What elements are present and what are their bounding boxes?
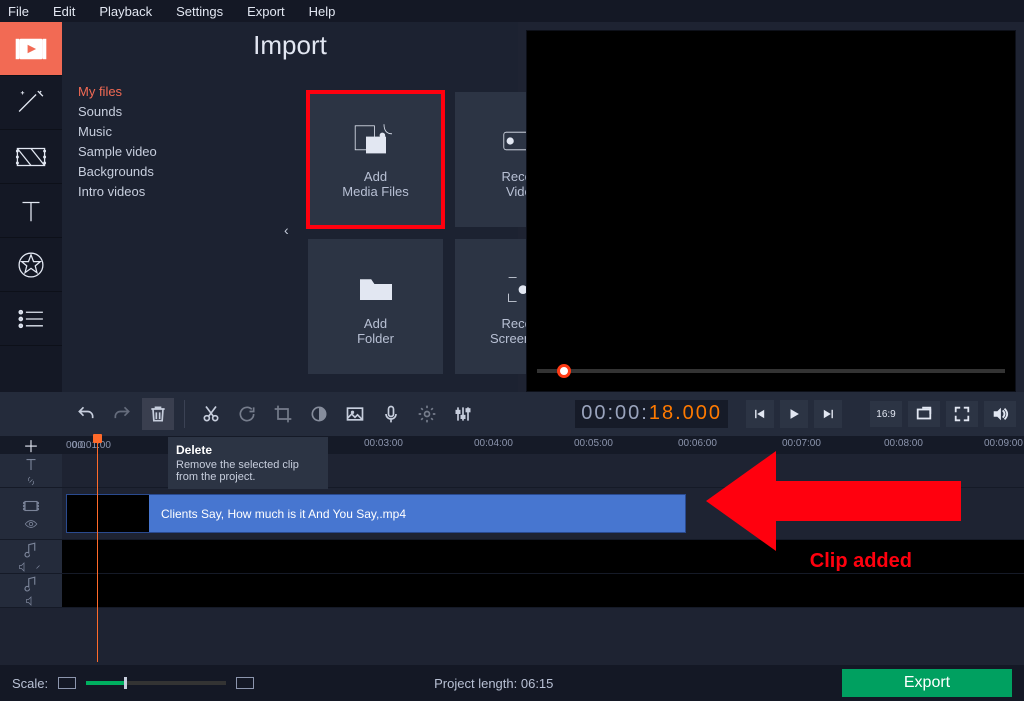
delete-tooltip: Delete Remove the selected clip from the… bbox=[168, 437, 328, 489]
annotation-arrow-icon bbox=[706, 446, 966, 556]
equalizer-button[interactable] bbox=[447, 398, 479, 430]
menu-settings[interactable]: Settings bbox=[176, 4, 223, 19]
timecode-display: 00:00:18.000 bbox=[575, 400, 728, 428]
left-toolbar bbox=[0, 22, 62, 392]
menu-file[interactable]: File bbox=[8, 4, 29, 19]
scrubber-knob[interactable] bbox=[557, 364, 571, 378]
zoom-in-icon[interactable] bbox=[236, 677, 254, 689]
crop-button[interactable] bbox=[267, 398, 299, 430]
eye-icon[interactable] bbox=[24, 517, 38, 531]
settings-button[interactable] bbox=[411, 398, 443, 430]
title-track-icon bbox=[22, 455, 40, 473]
undo-button[interactable] bbox=[70, 398, 102, 430]
tab-import[interactable] bbox=[0, 22, 62, 76]
menu-edit[interactable]: Edit bbox=[53, 4, 75, 19]
menu-export[interactable]: Export bbox=[247, 4, 285, 19]
color-adjust-button[interactable] bbox=[303, 398, 335, 430]
collapse-panel-icon[interactable]: ‹ bbox=[284, 222, 289, 238]
cat-my-files[interactable]: My files bbox=[78, 82, 232, 102]
speaker-icon[interactable] bbox=[25, 595, 37, 607]
cat-intro-videos[interactable]: Intro videos bbox=[78, 182, 232, 202]
next-button[interactable] bbox=[814, 400, 842, 428]
project-length: Project length: 06:15 bbox=[434, 676, 553, 691]
menu-playback[interactable]: Playback bbox=[99, 4, 152, 19]
video-clip[interactable]: Clients Say, How much is it And You Say,… bbox=[66, 494, 686, 533]
link-icon[interactable] bbox=[32, 561, 44, 573]
cat-backgrounds[interactable]: Backgrounds bbox=[78, 162, 232, 182]
status-bar: Scale: Project length: 06:15 Export bbox=[0, 665, 1024, 701]
delete-button[interactable] bbox=[142, 398, 174, 430]
prev-button[interactable] bbox=[746, 400, 774, 428]
preview-scrubber[interactable] bbox=[537, 369, 1005, 373]
media-files-icon bbox=[352, 121, 400, 161]
speaker-icon[interactable] bbox=[18, 561, 30, 573]
detach-preview-button[interactable] bbox=[908, 401, 940, 427]
cat-sample-video[interactable]: Sample video bbox=[78, 142, 232, 162]
editor-toolbar: 00:00:18.000 16:9 bbox=[0, 392, 1024, 436]
zoom-slider[interactable] bbox=[86, 681, 226, 685]
annotation-label: Clip added bbox=[810, 550, 912, 573]
preview-window bbox=[526, 30, 1016, 392]
tab-stickers[interactable] bbox=[0, 238, 62, 292]
clip-thumbnail bbox=[67, 495, 149, 532]
tab-titles[interactable] bbox=[0, 184, 62, 238]
tab-filters[interactable] bbox=[0, 76, 62, 130]
music-note-icon bbox=[22, 541, 40, 559]
track-music bbox=[0, 574, 1024, 608]
video-track-icon bbox=[22, 497, 40, 515]
image-button[interactable] bbox=[339, 398, 371, 430]
cat-music[interactable]: Music bbox=[78, 122, 232, 142]
tile-add-media[interactable]: AddMedia Files bbox=[308, 92, 443, 227]
import-categories: My files Sounds Music Sample video Backg… bbox=[62, 70, 232, 392]
tab-more[interactable] bbox=[0, 292, 62, 346]
menu-help[interactable]: Help bbox=[309, 4, 336, 19]
export-button[interactable]: Export bbox=[842, 669, 1012, 697]
import-panel: Import My files Sounds Music Sample vide… bbox=[62, 22, 518, 392]
mic-button[interactable] bbox=[375, 398, 407, 430]
redo-button[interactable] bbox=[106, 398, 138, 430]
scale-label: Scale: bbox=[12, 676, 48, 691]
playhead[interactable] bbox=[97, 436, 98, 662]
volume-button[interactable] bbox=[984, 401, 1016, 427]
play-button[interactable] bbox=[780, 400, 808, 428]
clip-filename: Clients Say, How much is it And You Say,… bbox=[161, 507, 406, 521]
menu-bar: File Edit Playback Settings Export Help bbox=[0, 0, 1024, 22]
add-track-button[interactable]: ＋ bbox=[0, 436, 62, 454]
tile-add-folder[interactable]: AddFolder bbox=[308, 239, 443, 374]
tab-transitions[interactable] bbox=[0, 130, 62, 184]
zoom-out-icon[interactable] bbox=[58, 677, 76, 689]
aspect-ratio-button[interactable]: 16:9 bbox=[870, 401, 902, 427]
cut-button[interactable] bbox=[195, 398, 227, 430]
rotate-button[interactable] bbox=[231, 398, 263, 430]
import-title: Import bbox=[62, 30, 518, 61]
music-note-icon bbox=[22, 575, 40, 593]
folder-icon bbox=[352, 268, 400, 308]
fullscreen-button[interactable] bbox=[946, 401, 978, 427]
cat-sounds[interactable]: Sounds bbox=[78, 102, 232, 122]
link-icon[interactable] bbox=[25, 475, 37, 487]
